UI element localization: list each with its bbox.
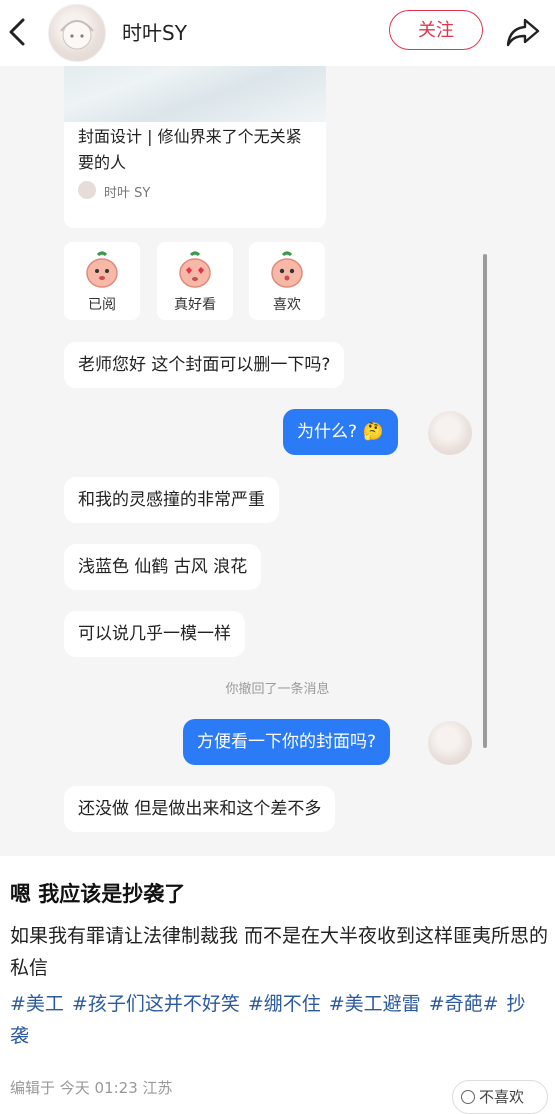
post-card-title: 封面设计 | 修仙界来了个无关紧要的人 bbox=[78, 127, 302, 172]
share-icon[interactable] bbox=[505, 15, 541, 49]
hashtag-link[interactable]: #美工避雷 bbox=[329, 993, 421, 1015]
message-received: 和我的灵感撞的非常严重 bbox=[64, 477, 279, 523]
message-text: 为什么? bbox=[297, 422, 358, 442]
hashtag-link[interactable]: #绷不住 bbox=[248, 993, 321, 1015]
blob-face-icon bbox=[271, 251, 303, 288]
avatar-illustration-icon bbox=[60, 20, 94, 50]
shared-post-card: 封面设计 | 修仙界来了个无关紧要的人 时叶 SY bbox=[64, 66, 326, 228]
thinking-emoji-icon: 🤔 bbox=[362, 422, 384, 442]
hashtag-link[interactable]: #奇葩# bbox=[429, 993, 499, 1015]
follow-button[interactable]: 关注 bbox=[389, 10, 483, 50]
my-avatar bbox=[428, 411, 472, 455]
reaction-label: 真好看 bbox=[174, 297, 216, 313]
reaction-like: 喜欢 bbox=[249, 242, 325, 320]
message-received: 老师您好 这个封面可以删一下吗? bbox=[64, 342, 345, 388]
dislike-button[interactable]: 不喜欢 bbox=[452, 1080, 548, 1114]
dislike-icon bbox=[461, 1090, 475, 1104]
reaction-read: 已阅 bbox=[64, 242, 140, 320]
post-title: 嗯 我应该是抄袭了 bbox=[10, 882, 186, 906]
author-name[interactable]: 时叶SY bbox=[122, 17, 187, 46]
message-received: 还没做 但是做出来和这个差不多 bbox=[64, 786, 336, 832]
reaction-label: 已阅 bbox=[88, 297, 116, 313]
post-edit-meta: 编辑于 今天 01:23 江苏 bbox=[10, 1079, 173, 1097]
blob-face-icon bbox=[86, 251, 118, 288]
hashtag-list: #美工 #孩子们这并不好笑 #绷不住 #美工避雷 #奇葩# 抄袭 bbox=[10, 988, 550, 1052]
heart-eyes-blob-icon bbox=[179, 251, 211, 288]
hashtag-link[interactable]: #美工 bbox=[10, 993, 64, 1015]
reaction-looks-good: 真好看 bbox=[157, 242, 233, 320]
message-received: 可以说几乎一模一样 bbox=[64, 611, 245, 657]
chat-scrollbar bbox=[483, 254, 487, 748]
reaction-label: 喜欢 bbox=[273, 297, 301, 313]
my-avatar bbox=[428, 721, 472, 765]
message-sent: 为什么? 🤔 bbox=[283, 409, 398, 455]
post-card-author-avatar bbox=[78, 181, 96, 199]
message-received: 浅蓝色 仙鹤 古风 浪花 bbox=[64, 544, 262, 590]
recalled-message-notice: 你撤回了一条消息 bbox=[225, 682, 330, 697]
post-body: 如果我有罪请让法律制裁我 而不是在大半夜收到这样匪夷所思的私信 bbox=[10, 925, 549, 979]
post-cover-image bbox=[64, 66, 326, 122]
back-arrow-icon[interactable] bbox=[4, 14, 30, 50]
hashtag-link[interactable]: #孩子们这并不好笑 bbox=[72, 993, 240, 1015]
chat-screenshot-image[interactable]: 封面设计 | 修仙界来了个无关紧要的人 时叶 SY 已阅 真好看 喜欢 老师您好… bbox=[0, 66, 555, 856]
top-nav-bar: 时叶SY 关注 bbox=[0, 0, 555, 66]
message-sent: 方便看一下你的封面吗? bbox=[183, 719, 391, 765]
post-card-author: 时叶 SY bbox=[104, 186, 151, 201]
author-avatar[interactable] bbox=[48, 4, 106, 62]
dislike-label: 不喜欢 bbox=[479, 1088, 525, 1106]
